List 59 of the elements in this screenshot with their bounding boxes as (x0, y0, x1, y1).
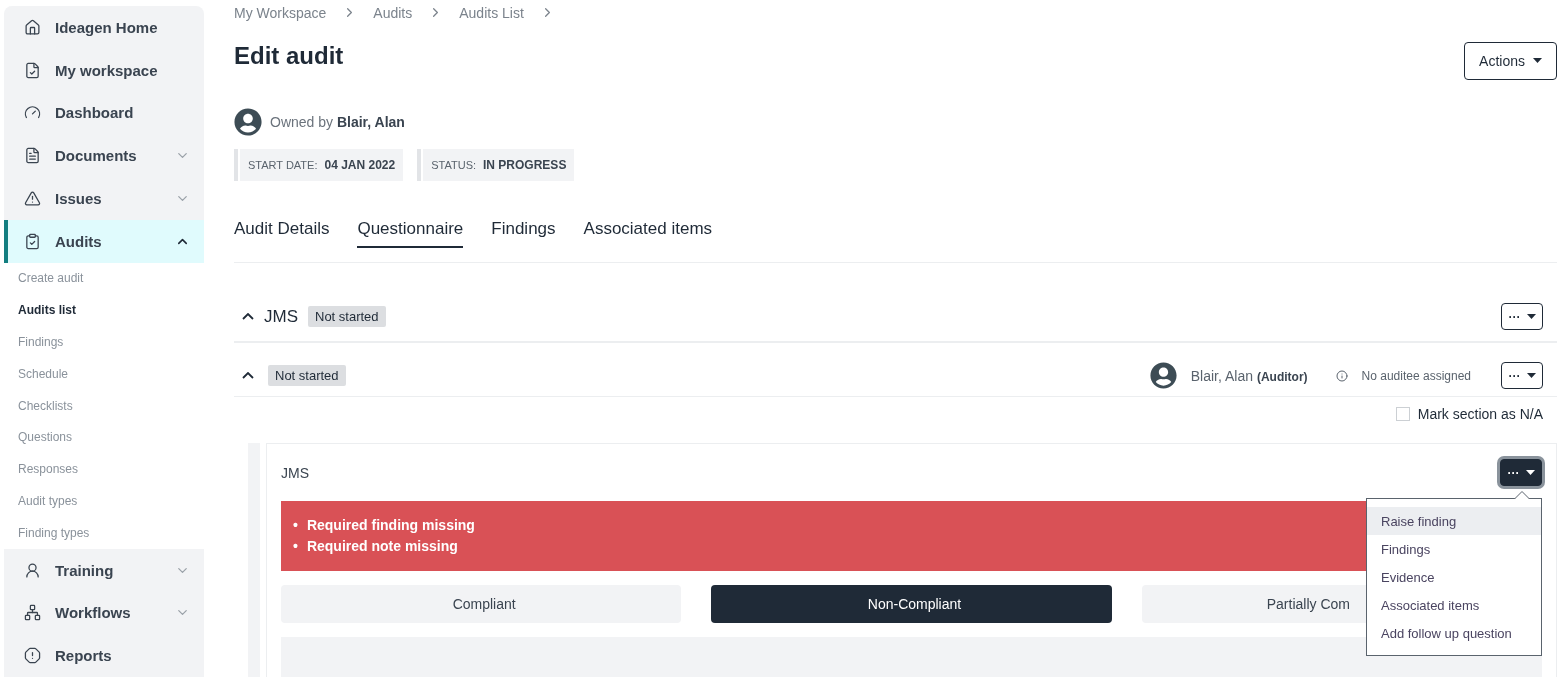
caret-icon (1526, 373, 1536, 379)
hierarchy-icon (24, 604, 41, 622)
collapse-toggle[interactable] (242, 372, 254, 380)
sidebar-item[interactable]: Dashboard (4, 91, 204, 135)
page-title: Edit audit (234, 41, 344, 70)
breadcrumb-link[interactable]: My Workspace (234, 4, 327, 21)
checkbox-label: Mark section as N/A (1417, 405, 1543, 422)
auditor-name: Blair, Alan (Auditor) (1190, 367, 1308, 384)
question-title: JMS (281, 464, 309, 481)
meta-label: STATUS: (431, 159, 477, 172)
meta-value: 04 JAN 2022 (324, 158, 396, 173)
actions-button[interactable]: Actions (1464, 41, 1557, 80)
auditee-note: No auditee assigned (1361, 368, 1471, 383)
error-message: Required note missing (306, 537, 458, 556)
tab[interactable]: Questionnaire (357, 213, 464, 249)
sidebar-item[interactable]: Training (4, 548, 204, 592)
person-icon (24, 561, 41, 579)
breadcrumb-link[interactable]: Audits (373, 4, 413, 21)
response-option[interactable]: Non-Compliant (711, 585, 1112, 623)
meta-value: IN PROGRESS (483, 158, 567, 173)
error-message: Required finding missing (306, 516, 475, 535)
avatar-icon (234, 107, 262, 136)
caret-icon (1533, 58, 1542, 64)
sidebar-item[interactable]: Audits (4, 219, 204, 263)
sidebar-item[interactable]: Reports (4, 634, 204, 677)
warning-icon (24, 189, 41, 207)
bullet: • (293, 516, 298, 535)
status-badge: Not started (308, 306, 386, 328)
tab[interactable]: Audit Details (234, 213, 330, 249)
sidebar-item[interactable]: Workflows (4, 591, 204, 635)
clipboard-check-icon (24, 232, 41, 250)
document-icon (24, 147, 41, 165)
more-button[interactable]: ··· (1501, 362, 1543, 390)
sidebar-item[interactable]: Ideagen Home (4, 6, 204, 49)
breadcrumb-link[interactable]: Audits List (459, 4, 524, 21)
sidebar-item[interactable]: Documents (4, 134, 204, 177)
response-option[interactable]: Compliant (281, 585, 682, 623)
sidebar-item[interactable]: Issues (4, 177, 204, 220)
document-check-icon (24, 61, 41, 79)
status-badge: Not started (268, 365, 346, 387)
home-icon (24, 18, 41, 36)
more-button[interactable]: ··· (1500, 459, 1542, 486)
octagon-alert-icon (24, 647, 41, 665)
sidebar-subitem[interactable]: Audits list (4, 294, 204, 327)
caret-icon (1526, 314, 1536, 320)
sidebar-item[interactable]: My workspace (4, 48, 204, 92)
collapse-toggle[interactable] (242, 313, 254, 321)
tab[interactable]: Associated items (583, 213, 713, 249)
tab[interactable]: Findings (491, 213, 556, 249)
owner-text: Owned by Blair, Alan (270, 113, 405, 130)
menu-item[interactable]: Raise finding (1367, 507, 1541, 535)
info-icon (1335, 369, 1348, 382)
section-title: JMS (264, 306, 298, 327)
more-button[interactable]: ··· (1501, 303, 1543, 331)
checkbox[interactable] (1395, 406, 1410, 421)
avatar-icon (1149, 362, 1177, 390)
caret-icon (1525, 470, 1535, 475)
bullet: • (293, 537, 298, 556)
meta-label: START DATE: (248, 159, 318, 172)
